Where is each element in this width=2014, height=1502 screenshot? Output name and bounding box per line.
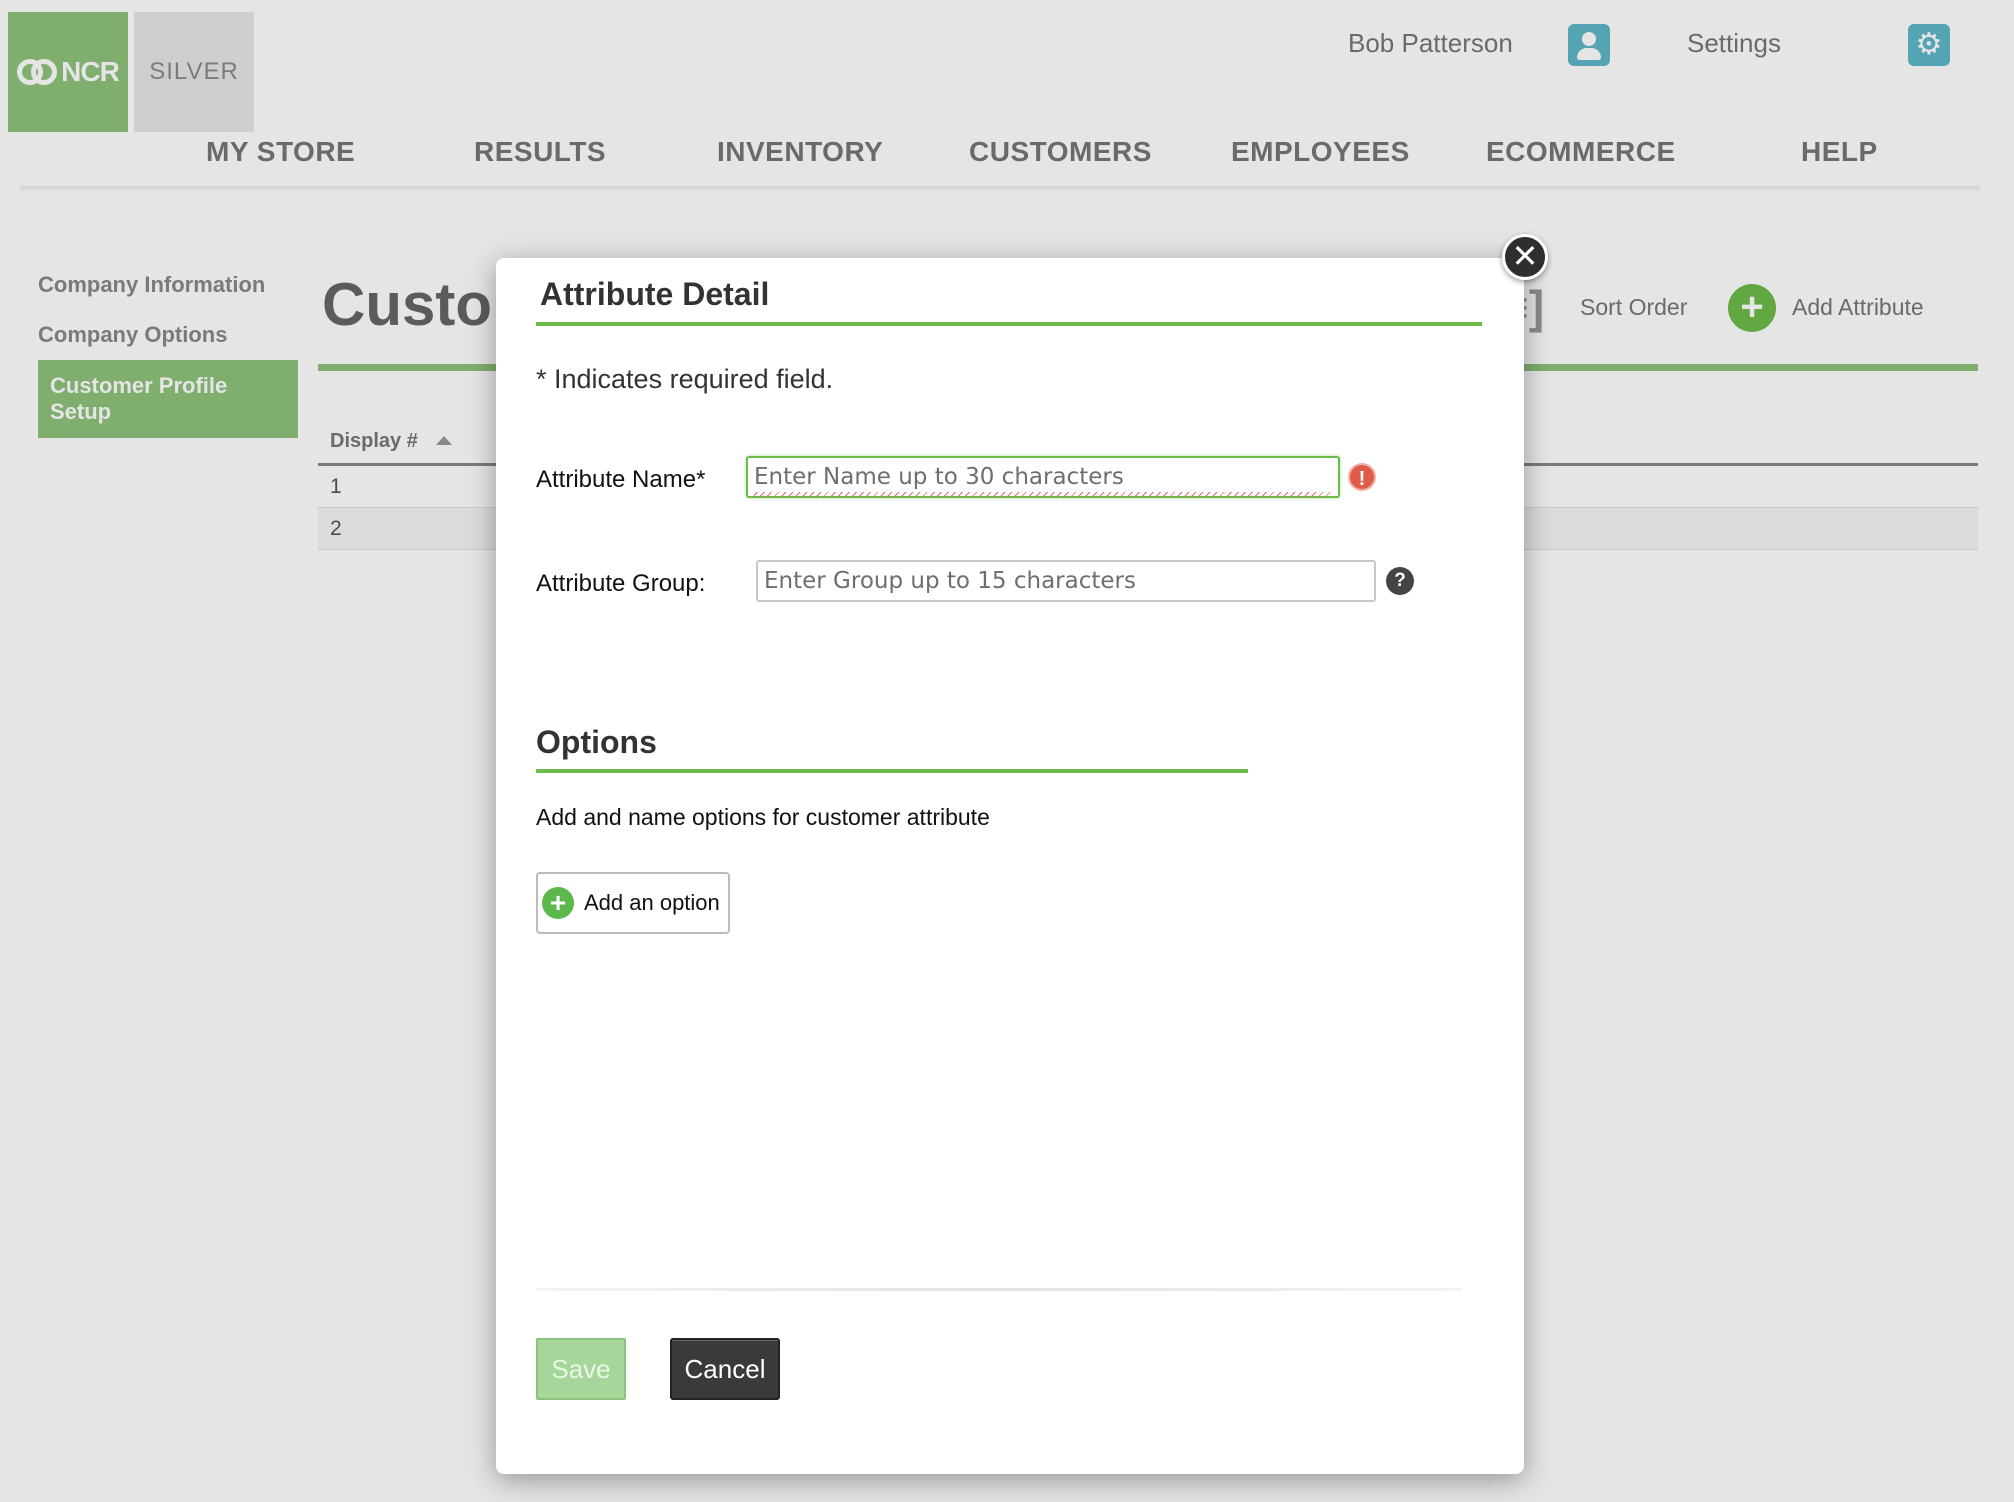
add-option-button[interactable]: + Add an option (536, 872, 730, 934)
plus-circle-icon: + (542, 887, 574, 919)
help-icon[interactable]: ? (1386, 567, 1414, 595)
footer-divider (536, 1288, 1462, 1291)
attribute-group-input[interactable] (756, 560, 1376, 602)
attribute-name-label: Attribute Name* (536, 466, 706, 493)
options-divider (536, 769, 1248, 773)
modal-title: Attribute Detail (540, 276, 770, 312)
attribute-detail-modal: Attribute Detail * Indicates required fi… (496, 258, 1524, 1474)
required-note: * Indicates required field. (536, 364, 834, 394)
cancel-button[interactable]: Cancel (670, 1338, 780, 1400)
add-option-label: Add an option (584, 890, 720, 915)
spellcheck-underline (754, 492, 1332, 497)
close-icon[interactable]: ✕ (1502, 234, 1548, 280)
options-description: Add and name options for customer attrib… (536, 804, 990, 830)
attribute-group-label: Attribute Group: (536, 570, 706, 597)
modal-title-divider (536, 322, 1482, 326)
save-button[interactable]: Save (536, 1338, 626, 1400)
error-icon: ! (1348, 463, 1376, 491)
options-section-title: Options (536, 724, 657, 760)
